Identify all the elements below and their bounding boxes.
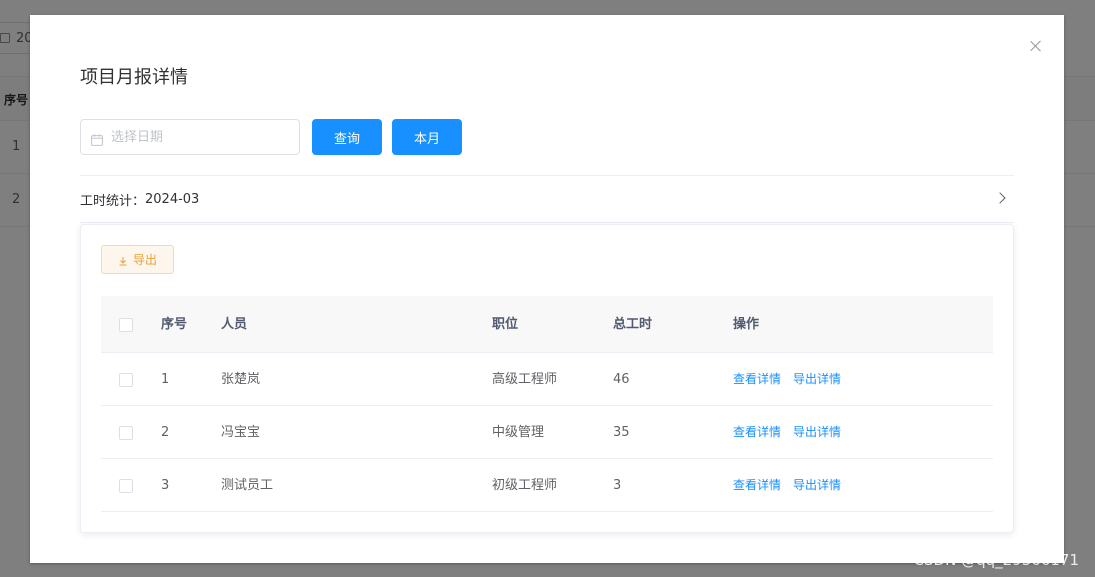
row-actions: 查看详情 导出详情 (733, 459, 853, 512)
view-details-link[interactable]: 查看详情 (733, 372, 781, 386)
select-all-checkbox[interactable] (119, 318, 133, 332)
report-card: 导出 序号 人员 职位 总工时 操作 1 张楚岚 高级工程师 46 查看详情 导出… (80, 224, 1014, 533)
work-hours-stat-collapse[interactable]: 工时统计： 2024-03 (80, 176, 1014, 223)
export-label: 导出 (132, 253, 157, 267)
header-person: 人员 (221, 317, 248, 332)
table-row: 2 冯宝宝 中级管理 35 查看详情 导出详情 (101, 406, 993, 459)
dialog-title: 项目月报详情 (80, 67, 188, 88)
row-total-hours: 46 (613, 372, 630, 387)
calendar-icon (91, 131, 103, 146)
row-position: 初级工程师 (492, 478, 558, 493)
row-person: 张楚岚 (221, 372, 261, 387)
table-row: 1 张楚岚 高级工程师 46 查看详情 导出详情 (101, 353, 993, 406)
download-icon (118, 255, 128, 265)
row-checkbox[interactable] (119, 479, 133, 493)
header-position: 职位 (492, 317, 519, 332)
row-index: 3 (161, 478, 170, 493)
date-input[interactable] (111, 129, 281, 145)
row-index: 2 (161, 425, 170, 440)
row-checkbox[interactable] (119, 373, 133, 387)
current-month-button[interactable]: 本月 (392, 119, 462, 155)
staff-table: 序号 人员 职位 总工时 操作 1 张楚岚 高级工程师 46 查看详情 导出详情 … (101, 296, 993, 512)
watermark: CSDN @qq_29366171 (913, 551, 1079, 569)
row-total-hours: 3 (613, 478, 622, 493)
header-actions: 操作 (733, 317, 760, 332)
row-actions: 查看详情 导出详情 (733, 353, 853, 406)
stat-value: 2024-03 (145, 191, 200, 207)
row-position: 高级工程师 (492, 372, 558, 387)
view-details-link[interactable]: 查看详情 (733, 478, 781, 492)
view-details-link[interactable]: 查看详情 (733, 425, 781, 439)
header-index: 序号 (161, 317, 188, 332)
row-index: 1 (161, 372, 170, 387)
table-row: 3 测试员工 初级工程师 3 查看详情 导出详情 (101, 459, 993, 512)
row-total-hours: 35 (613, 425, 630, 440)
project-monthly-report-dialog: 项目月报详情 查询 本月 工时统计： 2024-03 (30, 15, 1064, 563)
close-icon[interactable] (1028, 38, 1044, 54)
query-button[interactable]: 查询 (312, 119, 382, 155)
export-details-link[interactable]: 导出详情 (793, 372, 841, 386)
export-details-link[interactable]: 导出详情 (793, 425, 841, 439)
export-button[interactable]: 导出 (101, 245, 174, 274)
stat-label: 工时统计： (80, 193, 146, 209)
chevron-right-icon[interactable] (994, 192, 1006, 204)
export-details-link[interactable]: 导出详情 (793, 478, 841, 492)
date-picker[interactable] (80, 119, 300, 155)
row-actions: 查看详情 导出详情 (733, 406, 853, 459)
row-checkbox[interactable] (119, 426, 133, 440)
row-person: 测试员工 (221, 478, 274, 493)
header-total-hours: 总工时 (613, 317, 653, 332)
table-header: 序号 人员 职位 总工时 操作 (101, 296, 993, 353)
row-position: 中级管理 (492, 425, 545, 440)
row-person: 冯宝宝 (221, 425, 261, 440)
